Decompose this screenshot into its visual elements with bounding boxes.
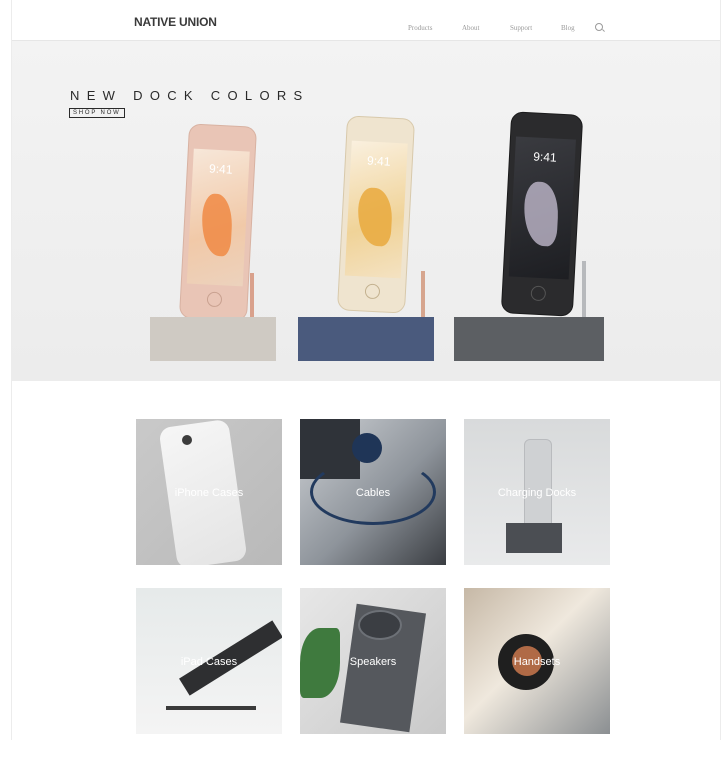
category-label: Speakers <box>349 656 397 668</box>
phone-gold: 9:41 <box>336 115 416 314</box>
dock-stone-rose-gold[interactable]: 9:41 <box>150 111 276 363</box>
search-icon[interactable] <box>595 23 603 31</box>
phone-screen: 9:41 <box>508 136 576 280</box>
dock-base <box>150 317 276 361</box>
lock-time: 9:41 <box>208 161 233 177</box>
category-label: iPhone Cases <box>174 487 244 499</box>
brand-logo[interactable]: NATIVE UNION <box>134 15 217 29</box>
phone-screen: 9:41 <box>344 140 408 279</box>
category-label: iPad Cases <box>180 656 238 668</box>
category-tile-handsets[interactable]: Handsets <box>464 588 610 734</box>
phone-screen: 9:41 <box>186 148 250 287</box>
nav-blog[interactable]: Blog <box>561 24 575 32</box>
hero-title: NEW DOCK COLORS <box>70 88 310 103</box>
home-button <box>206 291 223 308</box>
nav-about[interactable]: About <box>462 24 480 32</box>
home-button <box>364 283 381 300</box>
category-grid: iPhone Cases Cables Charging Docks iPad … <box>12 381 720 740</box>
category-tile-speakers[interactable]: Speakers <box>300 588 446 734</box>
category-tile-ipad-cases[interactable]: iPad Cases <box>136 588 282 734</box>
hero-banner: NEW DOCK COLORS SHOP NOW 9:41 9:41 9:41 <box>12 41 720 381</box>
nav-products[interactable]: Products <box>408 24 433 32</box>
phone-rose-gold: 9:41 <box>178 123 258 322</box>
category-label: Handsets <box>513 656 561 668</box>
shop-now-button[interactable]: SHOP NOW <box>69 108 125 118</box>
category-label: Cables <box>355 487 391 499</box>
category-label: Charging Docks <box>497 487 577 499</box>
category-tile-iphone-cases[interactable]: iPhone Cases <box>136 419 282 565</box>
dock-slate-space-gray[interactable]: 9:41 <box>454 111 604 363</box>
category-tile-cables[interactable]: Cables <box>300 419 446 565</box>
dock-base <box>454 317 604 361</box>
page-frame: NATIVE UNION Products About Support Blog… <box>11 0 721 740</box>
dock-base <box>298 317 434 361</box>
dock-navy-gold[interactable]: 9:41 <box>298 111 434 363</box>
phone-space-gray: 9:41 <box>500 111 584 317</box>
home-button <box>530 285 547 302</box>
lock-time: 9:41 <box>532 149 558 165</box>
lock-time: 9:41 <box>366 153 391 169</box>
nav-support[interactable]: Support <box>510 24 532 32</box>
site-header: NATIVE UNION Products About Support Blog <box>12 0 720 41</box>
category-tile-charging-docks[interactable]: Charging Docks <box>464 419 610 565</box>
